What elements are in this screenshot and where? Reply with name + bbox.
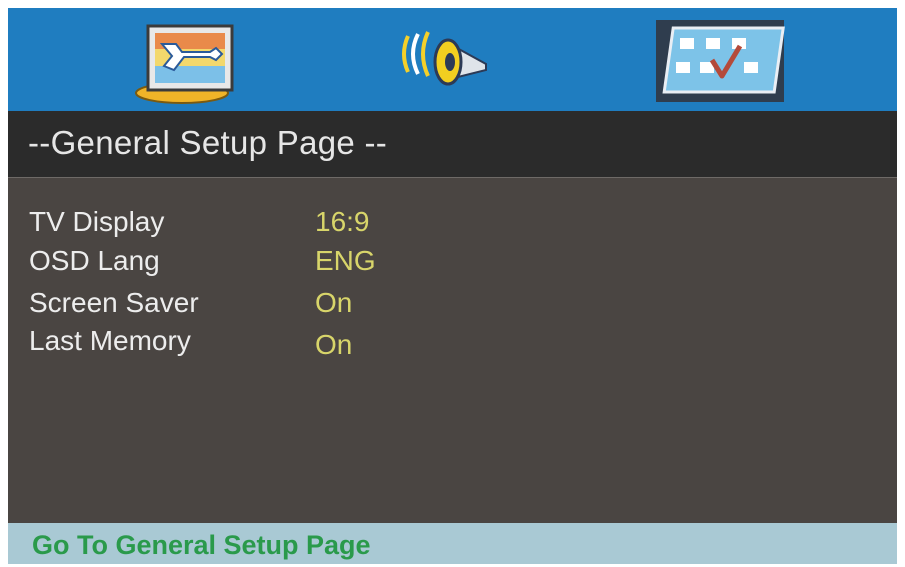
setting-value: 16:9 [315, 206, 370, 237]
title-bar: --General Setup Page -- [8, 111, 897, 178]
setting-value: On [315, 287, 353, 318]
setting-label: OSD Lang [29, 245, 160, 276]
setting-value: ENG [315, 245, 376, 276]
checklist-board-icon [656, 20, 785, 102]
tab-audio-setup[interactable] [378, 8, 538, 111]
speaker-icon [402, 31, 487, 86]
setting-label: TV Display [29, 206, 165, 237]
tab-preference-setup[interactable] [636, 8, 796, 111]
tab-bar [8, 8, 897, 111]
setting-last-memory[interactable]: Last Memory On [8, 321, 897, 361]
setting-label: Screen Saver [29, 287, 199, 318]
setting-tv-display[interactable]: TV Display 16:9 [8, 202, 897, 242]
setting-value: On [315, 329, 353, 360]
tab-general-setup[interactable] [126, 8, 286, 111]
status-bar: Go To General Setup Page [8, 523, 897, 564]
tools-picture-icon [135, 24, 234, 104]
osd-menu: --General Setup Page -- TV Display 16:9 … [8, 8, 897, 564]
status-text: Go To General Setup Page [32, 530, 371, 560]
setting-osd-lang[interactable]: OSD Lang ENG [8, 241, 897, 281]
setting-screen-saver[interactable]: Screen Saver On [8, 283, 897, 323]
page-title: --General Setup Page -- [28, 124, 388, 161]
setting-label: Last Memory [29, 325, 191, 356]
